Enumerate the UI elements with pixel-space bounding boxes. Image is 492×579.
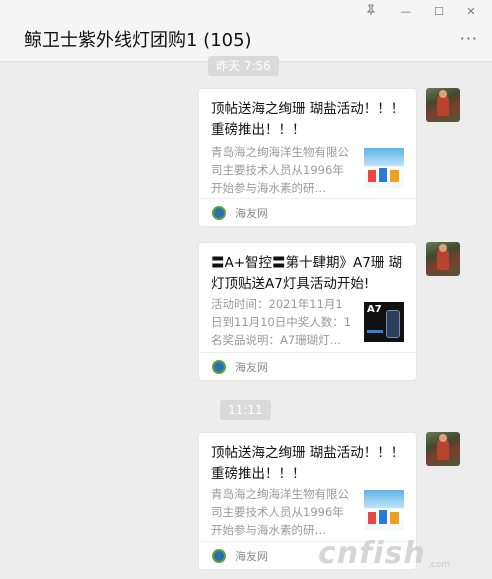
title-bar: — ☐ ✕ 鲸卫士紫外线灯团购1 (105) ··· — [0, 0, 492, 62]
source-logo-icon — [212, 360, 226, 374]
card-title: 〓A+智控〓第十肆期》A7珊 瑚灯顶贴送A7灯具活动开始! — [211, 255, 403, 292]
timestamp: 11:11 — [220, 400, 271, 420]
card-description: 青岛海之绚海洋生物有限公司主要技术人员从1996年开始参与海水素的研… — [211, 487, 349, 537]
card-source: 海友网 — [199, 198, 416, 226]
watermark: cnfish — [318, 536, 426, 571]
card-thumbnail — [364, 490, 404, 530]
card-thumbnail — [364, 148, 404, 188]
timestamp: 昨天 7:56 — [208, 56, 279, 76]
watermark-domain: .com — [428, 560, 451, 570]
thumbnail-label: A7 — [367, 304, 382, 315]
pin-icon[interactable] — [362, 4, 380, 20]
card-thumbnail: A7 — [364, 302, 404, 342]
link-card[interactable]: 顶帖送海之绚珊 瑚盐活动！！！ 重磅推出！！！ 青岛海之绚海洋生物有限公司主要技… — [198, 88, 417, 227]
source-name: 海友网 — [235, 361, 268, 374]
source-logo-icon — [212, 549, 226, 563]
source-name: 海友网 — [235, 550, 268, 563]
source-name: 海友网 — [235, 207, 268, 220]
card-source: 海友网 — [199, 352, 416, 380]
card-title: 顶帖送海之绚珊 瑚盐活动！！！ 重磅推出！！！ — [211, 445, 405, 482]
card-description: 活动时间：2021年11月1日到11月10日中奖人数：1名奖品说明：A7珊瑚灯… — [211, 297, 352, 347]
sender-avatar[interactable] — [426, 88, 460, 122]
chat-title: 鲸卫士紫外线灯团购1 (105) — [24, 30, 252, 51]
link-card[interactable]: 〓A+智控〓第十肆期》A7珊 瑚灯顶贴送A7灯具活动开始! 活动时间：2021年… — [198, 242, 417, 381]
sender-avatar[interactable] — [426, 432, 460, 466]
source-logo-icon — [212, 206, 226, 220]
minimize-button[interactable]: — — [397, 4, 415, 20]
card-description: 青岛海之绚海洋生物有限公司主要技术人员从1996年开始参与海水素的研… — [211, 145, 349, 195]
close-button[interactable]: ✕ — [462, 4, 480, 20]
card-title: 顶帖送海之绚珊 瑚盐活动！！！ 重磅推出！！！ — [211, 101, 405, 138]
more-options-button[interactable]: ··· — [460, 31, 478, 47]
sender-avatar[interactable] — [426, 242, 460, 276]
maximize-button[interactable]: ☐ — [430, 4, 448, 20]
